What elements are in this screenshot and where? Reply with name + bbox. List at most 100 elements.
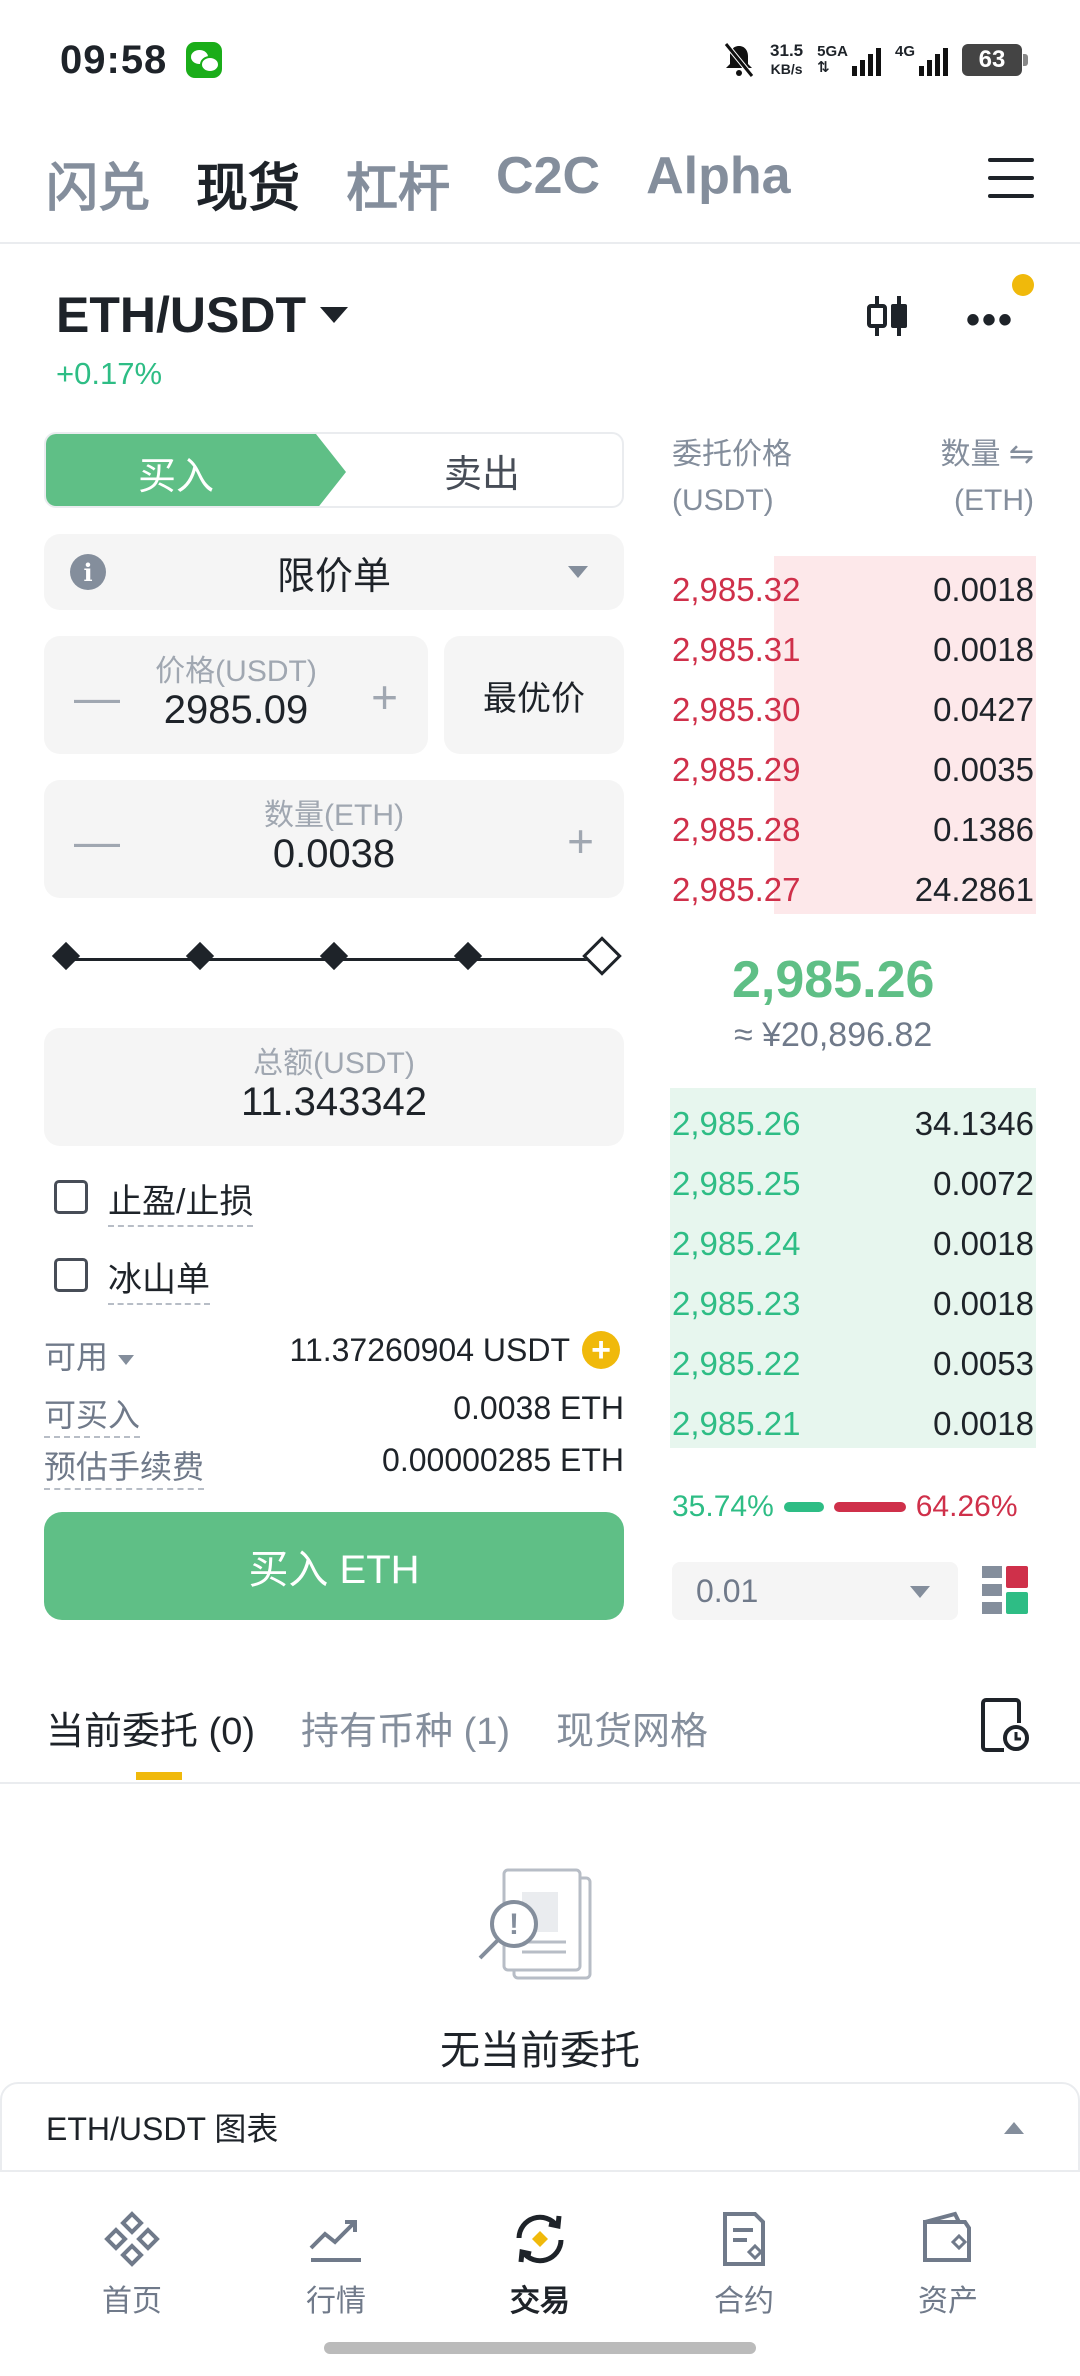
- fee-value: 0.00000285 ETH: [382, 1442, 624, 1478]
- menu-icon[interactable]: [988, 158, 1034, 198]
- chart-bar-label: ETH/USDT 图表: [46, 2111, 279, 2147]
- mute-bell-icon: [724, 42, 754, 78]
- ask-row[interactable]: 2,985.31 0.0018: [672, 620, 1034, 680]
- price-minus-button[interactable]: —: [74, 670, 120, 724]
- best-price-button[interactable]: 最优价: [444, 636, 624, 754]
- ob-qty-header[interactable]: 数量 ⇋ (ETH): [941, 432, 1034, 524]
- tab-spot[interactable]: 现货: [196, 146, 300, 221]
- dropdown-caret-icon: [910, 1586, 930, 1598]
- signal-4g: 4G: [895, 44, 948, 76]
- more-icon[interactable]: •••: [966, 298, 1014, 343]
- caret-up-icon: [1004, 2122, 1024, 2134]
- orders-tabs: 当前委托 (0) 持有币种 (1) 现货网格: [46, 1700, 708, 1755]
- tab-open-orders[interactable]: 当前委托 (0): [46, 1700, 255, 1755]
- max-buy-label: 可买入: [44, 1390, 141, 1438]
- wechat-icon: [186, 42, 222, 78]
- ask-row[interactable]: 2,985.32 0.0018: [672, 560, 1034, 620]
- pair-selector[interactable]: ETH/USDT: [56, 286, 348, 344]
- quantity-minus-button[interactable]: —: [74, 814, 120, 868]
- quantity-plus-button[interactable]: +: [567, 814, 594, 868]
- slider-step-75[interactable]: [453, 941, 483, 971]
- tab-margin[interactable]: 杠杆: [346, 146, 450, 221]
- empty-orders-icon: !: [478, 1868, 592, 1980]
- price-plus-button[interactable]: +: [371, 670, 398, 724]
- tab-spot-grid[interactable]: 现货网格: [556, 1700, 708, 1755]
- fee-label: 预估手续费: [44, 1442, 205, 1490]
- available-label[interactable]: 可用: [44, 1332, 135, 1378]
- empty-state-text: 无当前委托: [440, 2029, 640, 2073]
- markets-chart-icon: [309, 2220, 361, 2262]
- total-input[interactable]: 11.343342: [44, 1080, 624, 1125]
- status-time: 09:58: [60, 38, 168, 82]
- bid-row[interactable]: 2,985.24 0.0018: [672, 1214, 1034, 1274]
- slider-step-50[interactable]: [319, 941, 349, 971]
- nav-home[interactable]: 首页: [47, 2172, 217, 2376]
- price-field[interactable]: 价格(USDT) 2985.09 — +: [44, 636, 428, 754]
- bid-row[interactable]: 2,985.26 34.1346: [672, 1094, 1034, 1154]
- slider-step-25[interactable]: [185, 941, 215, 971]
- last-price[interactable]: 2,985.26: [732, 950, 934, 1010]
- futures-doc-icon: [723, 2212, 765, 2266]
- ask-row[interactable]: 2,985.28 0.1386: [672, 800, 1034, 860]
- buy-sell-ratio: 35.74% 64.26%: [672, 1490, 1018, 1524]
- battery-icon: 63: [962, 44, 1028, 76]
- buy-sell-toggle: 买入 卖出: [44, 432, 624, 508]
- active-tab-indicator: [136, 1772, 182, 1780]
- buy-tab[interactable]: 买入: [46, 434, 346, 506]
- slider-step-100[interactable]: [582, 936, 622, 976]
- tab-convert[interactable]: 闪兑: [46, 146, 150, 221]
- status-icons: 31.5 KB/s 5GA ⇅ 4G 63: [722, 36, 1028, 84]
- bid-row[interactable]: 2,985.22 0.0053: [672, 1334, 1034, 1394]
- tpsl-label[interactable]: 止盈/止损: [108, 1174, 254, 1227]
- info-icon[interactable]: i: [70, 554, 106, 590]
- top-tabs: 闪兑 现货 杠杆 C2C Alpha: [46, 146, 791, 221]
- chart-toggle-bar[interactable]: ETH/USDT 图表: [0, 2082, 1080, 2172]
- order-type-select[interactable]: i 限价单: [44, 534, 624, 610]
- signal-5ga: 5GA ⇅: [817, 44, 881, 76]
- net-speed: 31.5 KB/s: [770, 41, 804, 77]
- tab-c2c[interactable]: C2C: [496, 146, 600, 221]
- slider-step-0[interactable]: [51, 941, 81, 971]
- dropdown-caret-icon: [568, 566, 588, 578]
- iceberg-label[interactable]: 冰山单: [108, 1252, 210, 1305]
- max-buy-value: 0.0038 ETH: [453, 1390, 624, 1426]
- iceberg-checkbox[interactable]: [54, 1258, 88, 1292]
- sell-tab[interactable]: 卖出: [342, 434, 622, 506]
- precision-select[interactable]: 0.01: [672, 1562, 958, 1620]
- precision-value: 0.01: [696, 1572, 759, 1609]
- quantity-input[interactable]: 0.0038: [44, 832, 624, 877]
- notification-dot: [1012, 274, 1034, 296]
- home-logo-icon: [104, 2211, 160, 2267]
- total-field[interactable]: 总额(USDT) 11.343342: [44, 1028, 624, 1146]
- svg-text:!: !: [509, 1908, 519, 1941]
- tab-holdings[interactable]: 持有币种 (1): [301, 1700, 510, 1755]
- home-indicator[interactable]: [324, 2342, 756, 2354]
- total-label: 总额(USDT): [253, 1047, 415, 1080]
- pair-symbol: ETH/USDT: [56, 287, 306, 343]
- buy-ratio-bar: [783, 1502, 824, 1512]
- divider: [0, 1782, 1080, 1784]
- divider: [0, 242, 1080, 244]
- candlestick-chart-icon[interactable]: [864, 290, 912, 342]
- buy-ratio: 35.74%: [672, 1490, 774, 1523]
- tpsl-checkbox[interactable]: [54, 1180, 88, 1214]
- ask-row[interactable]: 2,985.30 0.0427: [672, 680, 1034, 740]
- available-value: 11.37260904 USDT: [289, 1332, 570, 1368]
- quantity-field[interactable]: 数量(ETH) 0.0038 — +: [44, 780, 624, 898]
- add-funds-icon[interactable]: +: [582, 1331, 620, 1369]
- trade-swap-icon: [516, 2214, 564, 2264]
- bid-row[interactable]: 2,985.23 0.0018: [672, 1274, 1034, 1334]
- ask-row[interactable]: 2,985.27 24.2861: [672, 860, 1034, 920]
- tab-alpha[interactable]: Alpha: [646, 146, 790, 221]
- ask-row[interactable]: 2,985.29 0.0035: [672, 740, 1034, 800]
- nav-assets[interactable]: 资产: [863, 2172, 1033, 2376]
- orderbook-layout-icon[interactable]: [982, 1566, 1028, 1614]
- buy-eth-button[interactable]: 买入 ETH: [44, 1512, 624, 1620]
- last-price-cny: ≈ ¥20,896.82: [734, 1016, 933, 1054]
- ob-price-header: 委托价格 (USDT): [672, 438, 792, 517]
- wallet-icon: [923, 2211, 971, 2262]
- bid-row[interactable]: 2,985.21 0.0018: [672, 1394, 1034, 1454]
- caret-down-icon: [118, 1354, 135, 1365]
- order-history-icon[interactable]: [980, 1698, 1030, 1752]
- bid-row[interactable]: 2,985.25 0.0072: [672, 1154, 1034, 1214]
